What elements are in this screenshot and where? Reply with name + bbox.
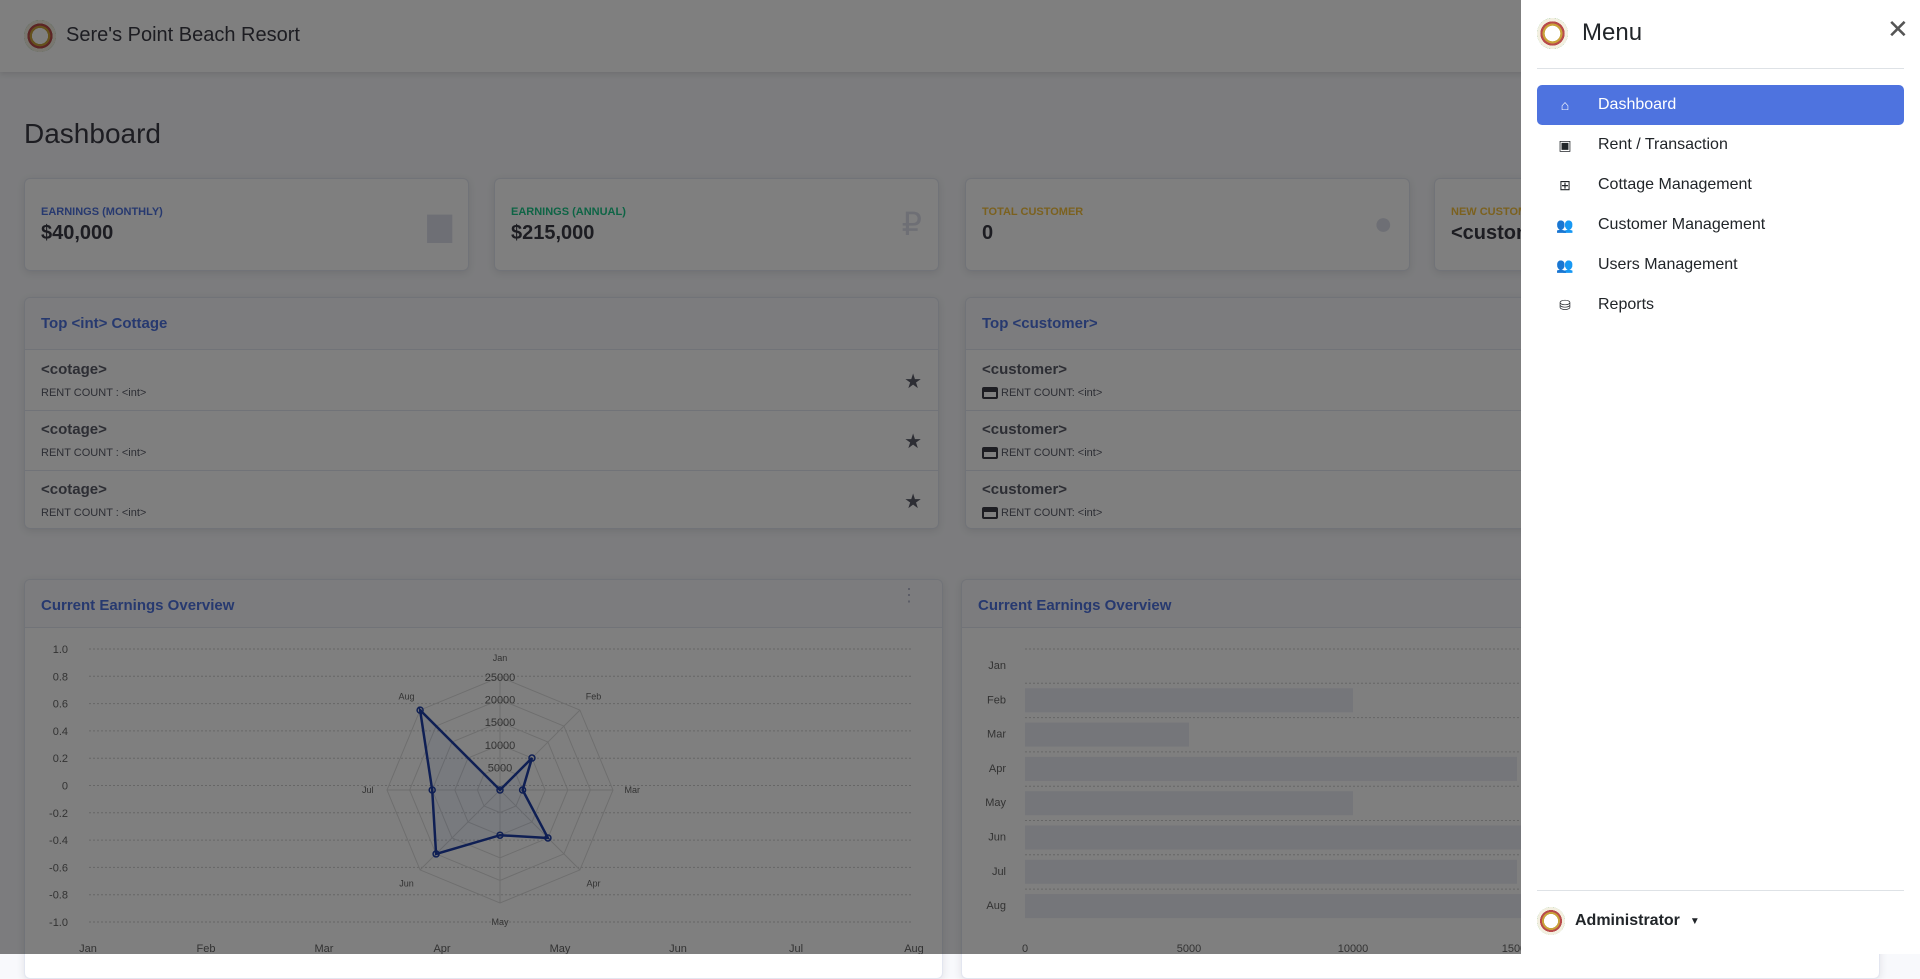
menu-item-rent-transaction[interactable]: ▣ Rent / Transaction — [1537, 125, 1904, 165]
menu-item-cottage-management[interactable]: ⊞ Cottage Management — [1537, 165, 1904, 205]
divider — [1537, 890, 1904, 891]
user-avatar — [1537, 907, 1565, 935]
menu-item-reports[interactable]: ⛁ Reports — [1537, 285, 1904, 325]
menu-item-label: Cottage Management — [1598, 176, 1752, 193]
grid-icon: ⊞ — [1559, 176, 1571, 193]
menu-logo — [1537, 18, 1568, 49]
menu-item-label: Rent / Transaction — [1598, 136, 1728, 153]
user-dropdown[interactable]: Administrator ▼ — [1537, 907, 1700, 935]
calendar-plus-icon: ▣ — [1558, 136, 1572, 153]
close-icon[interactable]: ✕ — [1887, 16, 1909, 42]
people-icon: 👥 — [1556, 256, 1574, 273]
people-icon: 👥 — [1556, 216, 1574, 233]
home-icon: ⌂ — [1560, 97, 1570, 113]
menu-item-label: Reports — [1598, 296, 1655, 313]
offcanvas-menu: Menu ✕ ⌂ Dashboard ▣ Rent / Transaction ⊞ Cot… — [1521, 0, 1920, 954]
menu-item-label: Customer Management — [1598, 216, 1766, 233]
database-check-icon: ⛁ — [1559, 296, 1571, 313]
divider — [1537, 68, 1904, 69]
menu-title: Menu — [1582, 19, 1643, 46]
user-name: Administrator — [1575, 912, 1680, 929]
menu-item-label: Users Management — [1598, 256, 1738, 273]
caret-down-icon: ▼ — [1689, 915, 1700, 927]
menu-item-dashboard[interactable]: ⌂ Dashboard — [1537, 85, 1904, 125]
menu-item-label: Dashboard — [1598, 96, 1677, 113]
menu-item-users-management[interactable]: 👥 Users Management — [1537, 245, 1904, 285]
menu-item-customer-management[interactable]: 👥 Customer Management — [1537, 205, 1904, 245]
